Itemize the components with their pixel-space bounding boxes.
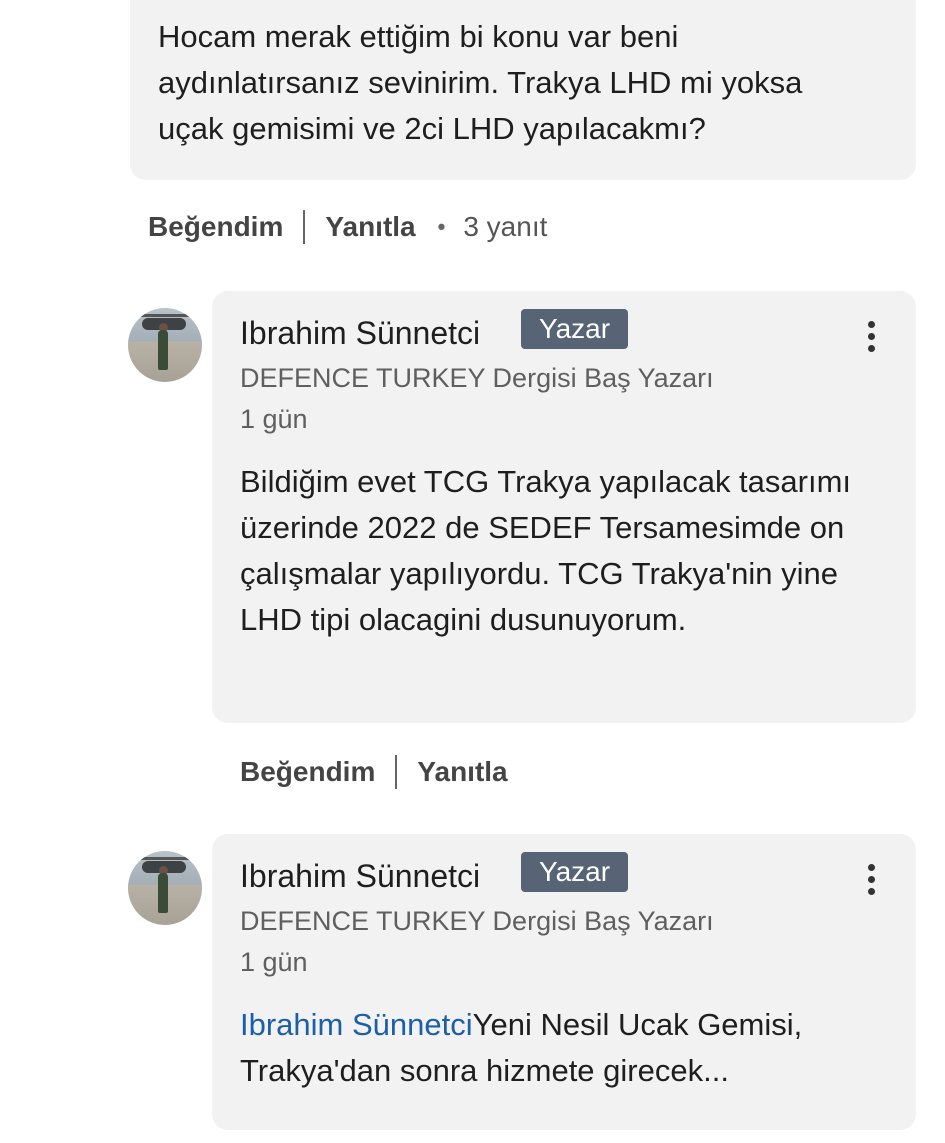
comment-bubble: Hocam merak ettiğim bi konu var beni ayd… [130,0,916,180]
divider [395,755,398,789]
like-button[interactable]: Beğendim [148,211,283,243]
author-subtitle: DEFENCE TURKEY Dergisi Baş Yazarı [240,906,714,936]
reply-card: Ibrahim Sünnetci Yazar DEFENCE TURKEY De… [212,834,916,1130]
author-mention-link[interactable]: Ibrahim Sünnetci [240,1007,473,1042]
avatar[interactable] [128,851,202,925]
like-button[interactable]: Beğendim [240,756,375,788]
reply-card: Ibrahim Sünnetci Yazar DEFENCE TURKEY De… [212,291,916,723]
comment-text: Hocam merak ettiğim bi konu var beni ayd… [158,19,803,146]
reply-count-link[interactable]: 3 yanıt [463,211,547,243]
comment-actions: Beğendim Yanıtla • 3 yanıt [148,210,547,244]
reply-button[interactable]: Yanıtla [325,211,415,243]
avatar[interactable] [128,308,202,382]
author-name[interactable]: Ibrahim Sünnetci [240,315,480,352]
author-badge: Yazar [521,309,629,349]
comment-text: Ibrahim SünnetciYeni Nesil Ucak Gemisi, … [240,1002,900,1094]
reply-button[interactable]: Yanıtla [417,756,507,788]
vertical-ellipsis-icon[interactable] [868,864,876,900]
comment-text: Bildiğim evet TCG Trakya yapılacak tasar… [240,464,852,637]
bullet-separator: • [437,214,446,239]
author-badge: Yazar [521,852,629,892]
comment-actions: Beğendim Yanıtla [240,755,508,789]
author-subtitle: DEFENCE TURKEY Dergisi Baş Yazarı [240,363,714,393]
author-name[interactable]: Ibrahim Sünnetci [240,858,480,895]
comment-time: 1 gün [240,404,308,434]
vertical-ellipsis-icon[interactable] [868,321,876,357]
divider [303,210,306,244]
comment-time: 1 gün [240,947,308,977]
